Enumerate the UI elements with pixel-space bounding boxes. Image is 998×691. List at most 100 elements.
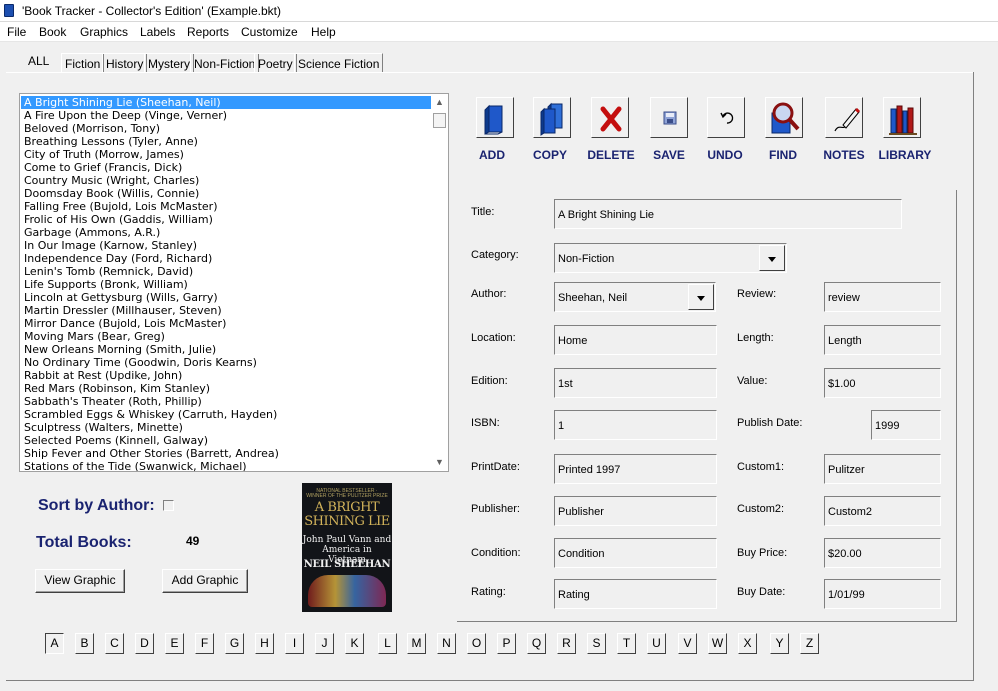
title-field[interactable]: A Bright Shining Lie: [554, 199, 902, 229]
edition-field[interactable]: 1st: [554, 368, 717, 398]
print-date-field[interactable]: Printed 1997: [554, 454, 717, 484]
letter-button-j[interactable]: J: [315, 633, 334, 654]
book-list-scrollbar[interactable]: ▲ ▼: [431, 94, 448, 471]
book-list-item[interactable]: Come to Grief (Francis, Dick): [21, 161, 431, 174]
book-list-item[interactable]: Independence Day (Ford, Richard): [21, 252, 431, 265]
review-field[interactable]: review: [824, 282, 941, 312]
tab-all[interactable]: ALL: [24, 50, 54, 73]
letter-button-z[interactable]: Z: [800, 633, 819, 654]
book-list-item[interactable]: A Bright Shining Lie (Sheehan, Neil): [21, 96, 431, 109]
menu-graphics[interactable]: Graphics: [80, 25, 128, 39]
add-graphic-button[interactable]: Add Graphic: [162, 569, 248, 593]
save-button[interactable]: [650, 97, 688, 138]
add-button[interactable]: [476, 97, 514, 138]
letter-button-q[interactable]: Q: [527, 633, 546, 654]
letter-button-i[interactable]: I: [285, 633, 304, 654]
book-list-item[interactable]: City of Truth (Morrow, James): [21, 148, 431, 161]
book-list-item[interactable]: No Ordinary Time (Goodwin, Doris Kearns): [21, 356, 431, 369]
letter-button-p[interactable]: P: [497, 633, 516, 654]
chevron-down-icon[interactable]: [759, 245, 785, 271]
tab-science-fiction[interactable]: Science Fiction: [294, 53, 384, 73]
letter-button-h[interactable]: H: [255, 633, 274, 654]
book-list-item[interactable]: Ship Fever and Other Stories (Barrett, A…: [21, 447, 431, 460]
book-list-item[interactable]: Martin Dressler (Millhauser, Steven): [21, 304, 431, 317]
notes-button[interactable]: [825, 97, 863, 138]
sort-by-author-checkbox[interactable]: [163, 500, 174, 511]
letter-button-r[interactable]: R: [557, 633, 576, 654]
buy-price-field[interactable]: $20.00: [824, 538, 941, 568]
menu-reports[interactable]: Reports: [187, 25, 229, 39]
custom1-field[interactable]: Pulitzer: [824, 454, 941, 484]
menu-labels[interactable]: Labels: [140, 25, 175, 39]
letter-button-l[interactable]: L: [378, 633, 397, 654]
book-list-item[interactable]: Red Mars (Robinson, Kim Stanley): [21, 382, 431, 395]
menu-customize[interactable]: Customize: [241, 25, 298, 39]
publish-date-field[interactable]: 1999: [871, 410, 941, 440]
book-list-item[interactable]: Moving Mars (Bear, Greg): [21, 330, 431, 343]
letter-button-u[interactable]: U: [647, 633, 666, 654]
letter-button-f[interactable]: F: [195, 633, 214, 654]
letter-button-v[interactable]: V: [678, 633, 697, 654]
book-list-item[interactable]: Scrambled Eggs & Whiskey (Carruth, Hayde…: [21, 408, 431, 421]
menu-book[interactable]: Book: [39, 25, 66, 39]
letter-button-b[interactable]: B: [75, 633, 94, 654]
rating-field[interactable]: Rating: [554, 579, 717, 609]
scroll-down-icon[interactable]: ▼: [431, 454, 448, 471]
scroll-thumb[interactable]: [433, 113, 446, 128]
custom2-field[interactable]: Custom2: [824, 496, 941, 526]
book-list-item[interactable]: Stations of the Tide (Swanwick, Michael): [21, 460, 431, 471]
buy-date-field[interactable]: 1/01/99: [824, 579, 941, 609]
book-list-item[interactable]: Rabbit at Rest (Updike, John): [21, 369, 431, 382]
tab-mystery[interactable]: Mystery: [144, 53, 194, 73]
letter-button-s[interactable]: S: [587, 633, 606, 654]
letter-button-m[interactable]: M: [407, 633, 426, 654]
book-list-item[interactable]: In Our Image (Karnow, Stanley): [21, 239, 431, 252]
location-field[interactable]: Home: [554, 325, 717, 355]
book-list-item[interactable]: Mirror Dance (Bujold, Lois McMaster): [21, 317, 431, 330]
letter-button-k[interactable]: K: [345, 633, 364, 654]
condition-field[interactable]: Condition: [554, 538, 717, 568]
book-list-item[interactable]: New Orleans Morning (Smith, Julie): [21, 343, 431, 356]
letter-button-x[interactable]: X: [738, 633, 757, 654]
letter-button-g[interactable]: G: [225, 633, 244, 654]
author-select[interactable]: Sheehan, Neil: [554, 282, 716, 312]
letter-button-d[interactable]: D: [135, 633, 154, 654]
category-select[interactable]: Non-Fiction: [554, 243, 787, 273]
book-list-item[interactable]: Frolic of His Own (Gaddis, William): [21, 213, 431, 226]
book-list-item[interactable]: A Fire Upon the Deep (Vinge, Verner): [21, 109, 431, 122]
delete-button[interactable]: [591, 97, 629, 138]
book-list-item[interactable]: Life Supports (Bronk, William): [21, 278, 431, 291]
book-list-item[interactable]: Breathing Lessons (Tyler, Anne): [21, 135, 431, 148]
isbn-field[interactable]: 1: [554, 410, 717, 440]
tab-poetry[interactable]: Poetry: [254, 53, 297, 73]
publisher-field[interactable]: Publisher: [554, 496, 717, 526]
view-graphic-button[interactable]: View Graphic: [35, 569, 125, 593]
letter-button-o[interactable]: O: [467, 633, 486, 654]
book-list-item[interactable]: Lincoln at Gettysburg (Wills, Garry): [21, 291, 431, 304]
letter-button-e[interactable]: E: [165, 633, 184, 654]
tab-history[interactable]: History: [102, 53, 148, 73]
library-button[interactable]: [883, 97, 921, 138]
letter-button-t[interactable]: T: [617, 633, 636, 654]
letter-button-a[interactable]: A: [45, 633, 64, 654]
letter-button-c[interactable]: C: [105, 633, 124, 654]
copy-button[interactable]: [533, 97, 571, 138]
find-button[interactable]: [765, 97, 803, 138]
book-list-item[interactable]: Falling Free (Bujold, Lois McMaster): [21, 200, 431, 213]
chevron-down-icon[interactable]: [688, 284, 714, 310]
scroll-up-icon[interactable]: ▲: [431, 94, 448, 111]
length-field[interactable]: Length: [824, 325, 941, 355]
book-list-item[interactable]: Garbage (Ammons, A.R.): [21, 226, 431, 239]
book-list-item[interactable]: Lenin's Tomb (Remnick, David): [21, 265, 431, 278]
tab-non-fiction[interactable]: Non-Fiction: [190, 53, 260, 73]
book-list-item[interactable]: Doomsday Book (Willis, Connie): [21, 187, 431, 200]
letter-button-n[interactable]: N: [437, 633, 456, 654]
letter-button-y[interactable]: Y: [770, 633, 789, 654]
tab-fiction[interactable]: Fiction: [61, 53, 105, 73]
letter-button-w[interactable]: W: [708, 633, 727, 654]
book-list-item[interactable]: Selected Poems (Kinnell, Galway): [21, 434, 431, 447]
undo-button[interactable]: [707, 97, 745, 138]
book-list[interactable]: A Bright Shining Lie (Sheehan, Neil) A Fi…: [19, 93, 449, 472]
book-list-item[interactable]: Sabbath's Theater (Roth, Phillip): [21, 395, 431, 408]
book-list-item[interactable]: Sculptress (Walters, Minette): [21, 421, 431, 434]
